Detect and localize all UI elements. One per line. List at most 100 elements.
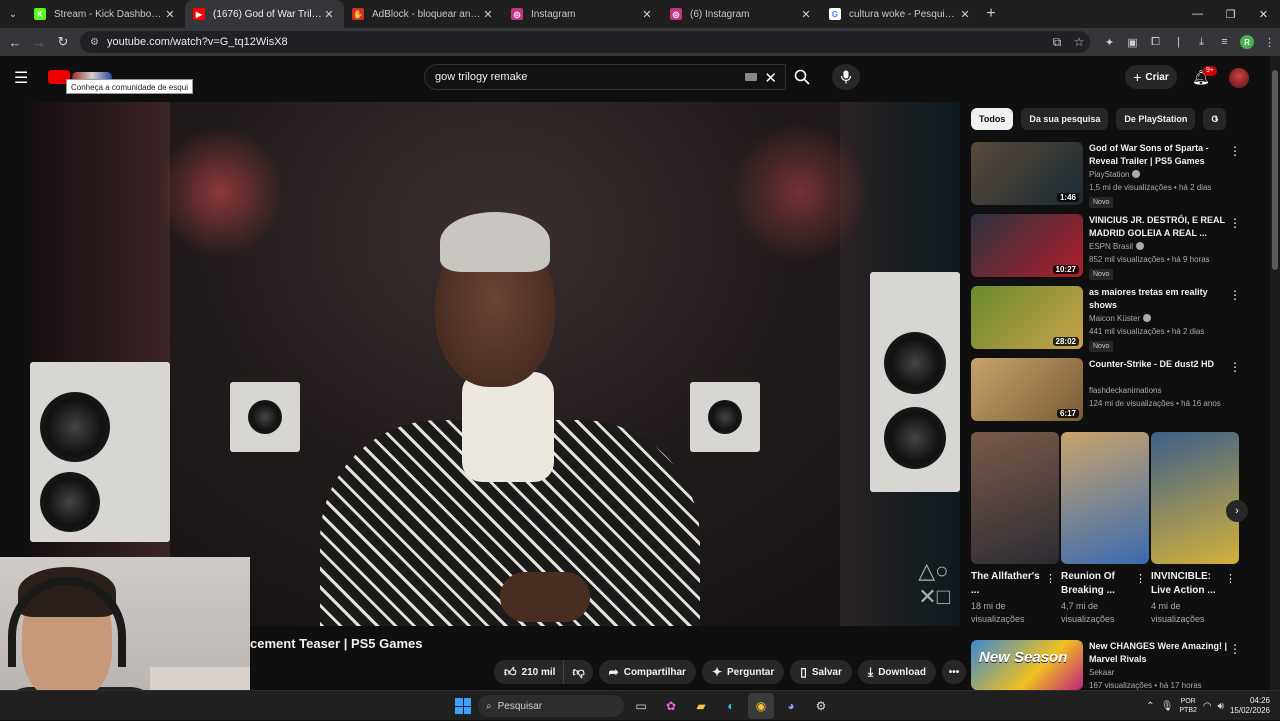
tab-close-icon[interactable]: ✕ — [958, 8, 972, 21]
recommendation-item[interactable]: 1:46 God of War Sons of Sparta - Reveal T… — [971, 142, 1241, 208]
short-thumbnail[interactable] — [1151, 432, 1239, 564]
guide-menu-icon[interactable]: ☰ — [14, 68, 28, 88]
new-tab-button[interactable]: + — [980, 0, 1002, 28]
taskbar-clock[interactable]: 04:26 15/02/2026 — [1230, 696, 1270, 716]
recommendation-channel[interactable]: Maicon Küster — [1089, 314, 1152, 323]
video-player[interactable]: △○ ✕□ — [30, 102, 960, 626]
more-options-icon[interactable]: ⋮ — [1229, 288, 1241, 302]
more-actions-button[interactable]: ••• — [941, 660, 966, 684]
browser-tab[interactable]: K Stream - Kick Dashboard ✕ — [26, 0, 185, 28]
reload-button[interactable]: ↻ — [51, 30, 75, 54]
recommendation-thumbnail[interactable]: 10:27 — [971, 214, 1083, 277]
reading-list-icon[interactable]: ≡ — [1213, 30, 1236, 54]
browser-tab[interactable]: ▶ (1676) God of War Trilogy Rema✕ — [185, 0, 344, 28]
recommendation-title[interactable]: God of War Sons of Sparta - Reveal Trail… — [1089, 142, 1229, 168]
search-input[interactable]: gow trilogy remake ✕ — [424, 64, 786, 90]
recommendation-item[interactable]: 28:02 as maiores tretas em reality shows M… — [971, 286, 1241, 352]
download-button[interactable]: ⤓ Download — [857, 660, 936, 684]
browser-tab[interactable]: ✋ AdBlock - bloquear anúncios e✕ — [344, 0, 503, 28]
recommendation-title[interactable]: New CHANGES Were Amazing! | Marvel Rival… — [1089, 640, 1229, 666]
profile-avatar[interactable]: R — [1240, 35, 1254, 49]
dislike-button[interactable]: 👎︎ — [563, 660, 593, 684]
browser-tab[interactable]: ◎ Instagram ✕ — [503, 0, 662, 28]
taskbar-search-box[interactable]: ⌕ Pesquisar — [478, 695, 624, 717]
recommendation-channel[interactable]: Sekaar — [1089, 668, 1114, 677]
short-title[interactable]: INVINCIBLE: Live Action ... — [1151, 570, 1225, 598]
filter-chip[interactable]: Todos — [971, 108, 1014, 130]
create-button[interactable]: + Criar — [1125, 65, 1177, 89]
short-thumbnail[interactable] — [1061, 432, 1149, 564]
recommendation-title[interactable]: VINICIUS JR. DESTRÓI, E REAL MADRID GOLE… — [1089, 214, 1229, 240]
scrollbar-thumb[interactable] — [1272, 70, 1278, 270]
volume-icon[interactable]: 🔊︎ — [1218, 701, 1224, 712]
recommendation-title[interactable]: as maiores tretas em reality shows — [1089, 286, 1229, 312]
shelf-next-arrow-icon[interactable]: › — [1226, 500, 1248, 522]
wifi-icon[interactable]: ◠ — [1203, 701, 1212, 712]
tab-close-icon[interactable]: ✕ — [799, 8, 813, 21]
account-avatar[interactable] — [1229, 68, 1249, 88]
short-title[interactable]: The Allfather's ... — [971, 570, 1045, 598]
tab-close-icon[interactable]: ✕ — [640, 8, 654, 21]
bookmark-star-icon[interactable]: ☆ — [1068, 35, 1090, 49]
more-options-icon[interactable]: ⋮ — [1225, 572, 1236, 585]
recommendation-title[interactable]: Counter-Strike - DE dust2 HD — [1089, 358, 1229, 371]
back-button[interactable]: ← — [3, 30, 27, 54]
tab-close-icon[interactable]: ✕ — [322, 8, 336, 21]
browser-tab[interactable]: ◎ (6) Instagram ✕ — [662, 0, 821, 28]
filter-chip[interactable]: Da sua pesquisa — [1021, 108, 1109, 130]
tab-close-icon[interactable]: ✕ — [163, 8, 177, 21]
more-options-icon[interactable]: ⋮ — [1229, 642, 1241, 656]
extension-icon[interactable]: ✦ — [1098, 30, 1121, 54]
recommendation-thumbnail[interactable]: 28:02 — [971, 286, 1083, 349]
windows-start-icon[interactable] — [452, 695, 474, 717]
short-item[interactable]: Reunion Of Breaking ... 4,7 mi de visuali… — [1061, 432, 1149, 628]
chrome-browser-icon[interactable]: ◉ — [748, 693, 774, 719]
site-info-icon[interactable]: ⚙ — [90, 37, 99, 48]
maximize-button[interactable]: ❐ — [1214, 0, 1247, 28]
short-item[interactable]: The Allfather's ... 18 mi de visualizaçõe… — [971, 432, 1059, 628]
recommendation-thumbnail[interactable]: 1:46 — [971, 142, 1083, 205]
browser-tab[interactable]: Gcultura woke - Pesquisa Google✕ — [821, 0, 980, 28]
copilot-icon[interactable]: ✿ — [658, 693, 684, 719]
chips-next-arrow-icon[interactable]: › — [1214, 110, 1219, 126]
short-item[interactable]: INVINCIBLE: Live Action ... 4 mi de visua… — [1151, 432, 1239, 628]
file-explorer-icon[interactable]: ▰ — [688, 693, 714, 719]
recommendation-channel[interactable]: flashdeckanimations — [1089, 386, 1161, 395]
more-options-icon[interactable]: ⋮ — [1135, 572, 1146, 585]
tray-overflow-chevron-icon[interactable]: ⌃ — [1146, 701, 1154, 712]
recommendation-thumbnail[interactable]: New Season — [971, 640, 1083, 690]
tab-groups-icon[interactable]: ▣ — [1121, 30, 1144, 54]
recommendation-item[interactable]: New Season New CHANGES Were Amazing! | M… — [971, 640, 1241, 690]
install-app-icon[interactable]: ⧉ — [1046, 35, 1068, 50]
tab-search-menu[interactable]: ⌄ — [0, 0, 26, 28]
recommendation-channel[interactable]: ESPN Brasil — [1089, 242, 1145, 251]
discord-icon[interactable]: ◕ — [778, 693, 804, 719]
keyboard-icon[interactable] — [745, 73, 757, 81]
recommendation-channel[interactable]: PlayStation — [1089, 170, 1141, 179]
clear-search-icon[interactable]: ✕ — [764, 69, 777, 87]
microphone-tray-icon[interactable]: 🎙︎ — [1161, 701, 1174, 712]
recommendation-item[interactable]: 6:17 Counter-Strike - DE dust2 HD flashdec… — [971, 358, 1241, 422]
more-options-icon[interactable]: ⋮ — [1229, 144, 1241, 158]
extensions-puzzle-icon[interactable]: ⧠ — [1144, 30, 1167, 54]
short-title[interactable]: Reunion Of Breaking ... — [1061, 570, 1135, 598]
voice-search-button[interactable] — [832, 64, 860, 90]
chrome-menu-icon[interactable]: ⋮ — [1258, 30, 1280, 54]
more-options-icon[interactable]: ⋮ — [1045, 572, 1056, 585]
recommendation-thumbnail[interactable]: 6:17 — [971, 358, 1083, 421]
close-window-button[interactable]: ✕ — [1247, 0, 1280, 28]
forward-button[interactable]: → — [27, 30, 51, 54]
save-button[interactable]: ▯ Salvar — [790, 660, 852, 684]
address-bar[interactable]: ⚙ youtube.com/watch?v=G_tq12WisX8 ⧉ ☆ — [80, 31, 1090, 53]
minimize-button[interactable]: — — [1181, 0, 1214, 28]
edge-browser-icon[interactable]: ◐ — [718, 693, 744, 719]
recommendation-item[interactable]: 10:27 VINICIUS JR. DESTRÓI, E REAL MADRID… — [971, 214, 1241, 280]
tab-close-icon[interactable]: ✕ — [481, 8, 495, 21]
downloads-icon[interactable]: ⤓ — [1190, 30, 1213, 54]
ask-button[interactable]: ✦ Perguntar — [701, 660, 785, 684]
more-options-icon[interactable]: ⋮ — [1229, 360, 1241, 374]
like-button[interactable]: 👍︎ 210 mil — [494, 660, 564, 684]
share-button[interactable]: ➦ Compartilhar — [598, 660, 696, 684]
page-scrollbar[interactable] — [1270, 56, 1280, 696]
filter-chip[interactable]: De PlayStation — [1116, 108, 1196, 130]
